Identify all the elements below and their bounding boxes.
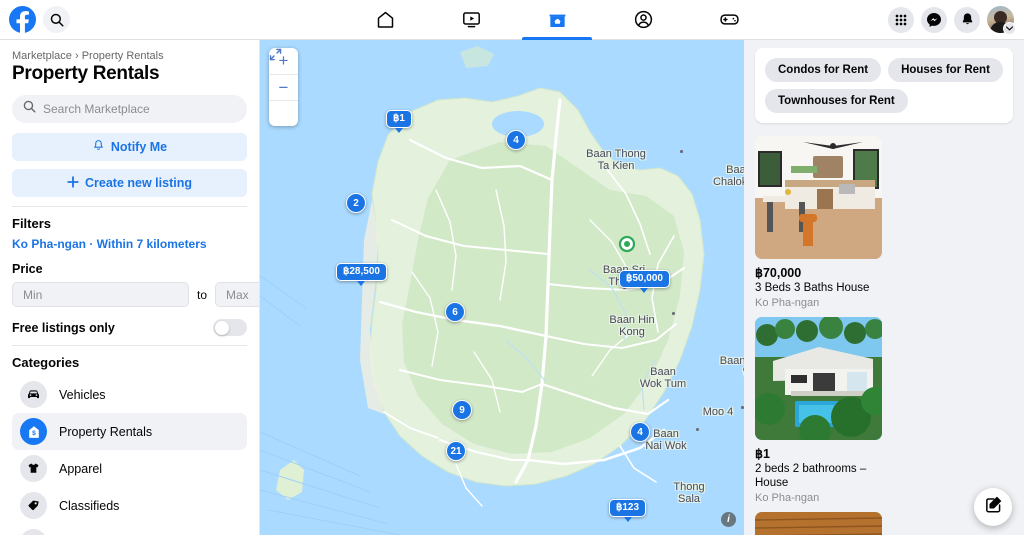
search-marketplace-box[interactable] xyxy=(12,95,247,123)
create-listing-fab[interactable] xyxy=(974,488,1012,526)
listings-grid: ฿70,000 3 Beds 3 Baths House Ko Pha-ngan xyxy=(744,123,1024,535)
facebook-logo-icon[interactable] xyxy=(9,6,36,33)
map-fullscreen-button[interactable] xyxy=(269,48,298,126)
listing-title: 2 beds 2 bathrooms – House xyxy=(755,463,867,489)
map-pin-cluster[interactable]: 4 xyxy=(630,422,650,442)
price-max-input[interactable] xyxy=(215,282,259,307)
svg-text:$: $ xyxy=(32,430,36,437)
bell-outline-icon xyxy=(92,139,105,155)
header-search-icon[interactable] xyxy=(43,6,70,33)
listing-image-villa-with-pool[interactable] xyxy=(755,317,882,440)
map-zoom-controls: + − xyxy=(269,48,298,126)
listing-price: ฿70,000 xyxy=(755,266,802,280)
listing-image-kitchen-interior[interactable] xyxy=(755,136,882,259)
location-filter-link[interactable]: Ko Pha-ngan · Within 7 kilometers xyxy=(12,237,247,251)
map-pin-cluster[interactable]: 2 xyxy=(346,193,366,213)
notify-me-button[interactable]: Notify Me xyxy=(12,133,247,161)
map-pin-price[interactable]: ฿1 xyxy=(386,110,412,132)
sidebar-item-property-rentals[interactable]: $ Property Rentals xyxy=(12,413,247,450)
sidebar-item-electronics[interactable]: Electronics xyxy=(12,524,247,535)
price-to-label: to xyxy=(197,287,208,302)
page-title: Property Rentals xyxy=(12,63,160,84)
create-listing-label: Create new listing xyxy=(85,176,192,190)
listing-location: Ko Pha-ngan xyxy=(755,297,820,309)
sidebar-divider-2 xyxy=(12,345,247,346)
map-place-dot xyxy=(696,428,699,431)
car-icon xyxy=(20,381,47,408)
listing-title: 3 Beds 3 Baths House xyxy=(755,282,870,294)
breadcrumb: Marketplace › Property Rentals xyxy=(12,50,164,62)
map-pin-cluster[interactable]: 21 xyxy=(446,441,466,461)
sidebar-item-label: Classifieds xyxy=(59,498,120,513)
map-place-dot xyxy=(741,406,744,409)
category-chips-card: Condos for Rent Houses for Rent Townhous… xyxy=(755,48,1013,123)
free-listings-toggle[interactable] xyxy=(213,319,247,336)
nav-tab-groups[interactable] xyxy=(600,0,686,40)
search-input[interactable] xyxy=(43,102,236,116)
price-range-row: to xyxy=(12,282,259,307)
tag-icon xyxy=(20,492,47,519)
filters-heading: Filters xyxy=(12,216,52,231)
top-navigation-bar xyxy=(0,0,1024,40)
free-listings-row: Free listings only xyxy=(12,319,247,336)
search-icon xyxy=(23,100,36,118)
nav-tab-marketplace[interactable] xyxy=(514,0,600,40)
notify-me-label: Notify Me xyxy=(110,140,168,154)
tshirt-icon xyxy=(20,455,47,482)
map-zoom-out-button[interactable]: − xyxy=(269,74,298,100)
plus-icon xyxy=(67,175,79,191)
nav-tab-gaming[interactable] xyxy=(686,0,772,40)
chip-condos-for-rent[interactable]: Condos for Rent xyxy=(765,58,882,82)
create-new-listing-button[interactable]: Create new listing xyxy=(12,169,247,197)
menu-grid-icon[interactable] xyxy=(888,6,914,33)
listing-image-terrace-beanbags[interactable] xyxy=(755,512,882,535)
map-place-dot xyxy=(680,150,683,153)
map-place-dot xyxy=(672,312,675,315)
header-actions-group xyxy=(864,6,1024,35)
map-view[interactable]: Baan ThongTa Kien BaanChaloklam Moo 7 Ba… xyxy=(260,40,744,535)
main-nav-tabs xyxy=(250,0,864,40)
map-pin-cluster[interactable]: 9 xyxy=(452,400,472,420)
sidebar-item-label: Apparel xyxy=(59,461,103,476)
listings-panel: Condos for Rent Houses for Rent Townhous… xyxy=(744,40,1024,535)
chip-houses-for-rent[interactable]: Houses for Rent xyxy=(888,58,1003,82)
nav-tab-home[interactable] xyxy=(342,0,428,40)
sidebar-item-label: Vehicles xyxy=(59,387,106,402)
listing-location: Ko Pha-ngan xyxy=(755,492,820,504)
listing-price: ฿1 xyxy=(755,447,770,461)
account-avatar[interactable] xyxy=(987,6,1016,35)
map-pin-price[interactable]: ฿28,500 xyxy=(336,263,387,285)
categories-heading: Categories xyxy=(12,355,80,370)
chip-townhouses-for-rent[interactable]: Townhouses for Rent xyxy=(765,89,908,113)
messenger-icon[interactable] xyxy=(921,6,947,33)
map-pin-price[interactable]: ฿50,000 xyxy=(619,270,670,292)
sidebar-item-vehicles[interactable]: Vehicles xyxy=(12,376,247,413)
listing-card[interactable]: ฿1 2 beds 2 bathrooms – House Ko Pha-nga… xyxy=(755,317,882,504)
bell-icon[interactable] xyxy=(954,6,980,33)
sidebar-divider-1 xyxy=(12,206,247,207)
price-min-input[interactable] xyxy=(12,282,189,307)
sidebar: Marketplace › Property Rentals Property … xyxy=(0,40,260,535)
house-rental-icon: $ xyxy=(20,418,47,445)
sidebar-item-label: Property Rentals xyxy=(59,424,153,439)
map-pin-cluster[interactable]: 4 xyxy=(506,130,526,150)
map-pin-cluster[interactable]: 6 xyxy=(445,302,465,322)
header-left-group xyxy=(0,6,250,33)
listing-card[interactable]: ฿70 3 beds 2 bathrooms – House Ko Pha-ng… xyxy=(755,512,882,535)
map-info-button[interactable]: i xyxy=(721,512,736,527)
compose-icon xyxy=(984,495,1003,519)
chevron-down-icon[interactable] xyxy=(1003,22,1016,35)
nav-tab-video[interactable] xyxy=(428,0,514,40)
free-listings-label: Free listings only xyxy=(12,320,115,335)
price-heading: Price xyxy=(12,262,43,276)
map-pin-price[interactable]: ฿123 xyxy=(609,499,647,521)
sidebar-item-classifieds[interactable]: Classifieds xyxy=(12,487,247,524)
listing-card[interactable]: ฿70,000 3 Beds 3 Baths House Ko Pha-ngan xyxy=(755,136,882,309)
map-canvas xyxy=(260,40,744,535)
phone-icon xyxy=(20,529,47,535)
sidebar-item-apparel[interactable]: Apparel xyxy=(12,450,247,487)
